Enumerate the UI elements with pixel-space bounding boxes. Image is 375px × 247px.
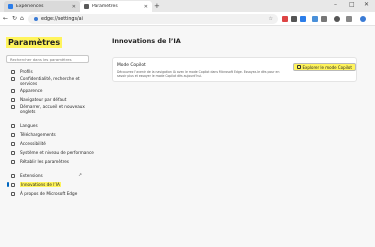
card-description: Découvrez l’avenir de la navigation IA a… [117,70,280,78]
system-icon [11,150,15,155]
person-icon [11,69,15,74]
address-url: edge://settings/ai [41,16,83,22]
browser-icon [11,97,15,102]
sidebar-item-languages[interactable]: Langues [10,123,96,128]
sidebar-item-profiles[interactable]: Profils [10,69,96,74]
download-icon [11,132,15,137]
close-tab-icon[interactable]: ✕ [144,4,148,10]
edge-icon [11,191,15,196]
copilot-mode-card: Mode Copilot Découvrez l’avenir de la na… [112,57,357,82]
extension-icon[interactable] [300,16,306,22]
edge-icon [34,17,38,21]
settings-search-input[interactable]: Rechercher dans les paramètres [6,55,89,63]
maximize-icon[interactable]: □ [349,1,355,8]
address-bar[interactable]: edge://settings/ai ☆ [28,14,278,24]
menu-icon[interactable] [346,16,352,22]
favorite-star-icon[interactable]: ☆ [269,16,273,22]
close-tab-icon[interactable]: ✕ [72,4,76,10]
copilot-mode-icon [297,65,301,69]
lock-icon [11,76,15,81]
tab-settings[interactable]: Paramètres ✕ [80,1,152,12]
back-icon[interactable]: ← [3,15,8,22]
settings-nav: Profils Confidentialité, recherche et se… [7,69,96,196]
sidebar-item-accessibility[interactable]: Accessibilité [10,141,96,146]
home-icon [11,104,15,109]
sidebar-item-system[interactable]: Système et niveau de performance [10,150,96,155]
sidebar-item-about[interactable]: À propos de Microsoft Edge [10,191,96,196]
home-icon[interactable]: ⌂ [20,15,24,22]
sidebar-item-start-home[interactable]: Démarrer, accueil et nouveaux onglets [10,104,96,114]
new-tab-icon[interactable]: + [154,2,160,10]
avatar[interactable] [334,16,340,22]
extension-icon[interactable] [282,16,288,22]
page-title: Paramètres [6,37,63,48]
extension-icon[interactable] [312,16,318,22]
palette-icon [11,88,15,93]
sidebar-item-appearance[interactable]: Apparence [10,88,96,93]
button-label: Explorer le mode Copilot [302,64,352,70]
experiences-favicon-icon [8,4,13,9]
settings-favicon-icon [84,4,89,9]
sidebar-item-extensions[interactable]: Extensions ↗ [10,173,96,178]
tab-experiences[interactable]: Expériences ✕ [4,1,80,12]
minimize-icon[interactable]: – [334,1,337,8]
external-link-icon: ↗ [78,173,82,178]
tab-strip: Expériences ✕ Paramètres ✕ + – □ ✕ [0,0,375,12]
sidebar-item-ai-innovations[interactable]: Innovations de l’IA [7,182,96,187]
settings-sidebar: Paramètres Rechercher dans les paramètre… [0,27,98,247]
sidebar-item-downloads[interactable]: Téléchargements [10,132,96,137]
favorites-icon[interactable] [321,16,327,22]
close-window-icon[interactable]: ✕ [364,1,369,8]
section-title: Innovations de l’IA [112,37,181,45]
card-title: Mode Copilot [117,63,146,68]
copilot-icon[interactable] [360,16,366,22]
accessibility-icon [11,141,15,146]
tab-label: Expériences [16,4,44,9]
reset-icon [11,159,15,164]
extension-icon[interactable] [291,16,297,22]
language-icon [11,123,15,128]
sidebar-item-privacy[interactable]: Confidentialité, recherche et services [10,76,96,86]
explore-copilot-button[interactable]: Explorer le mode Copilot [293,63,356,71]
refresh-icon[interactable]: ↻ [12,15,17,22]
settings-main: Innovations de l’IA Mode Copilot Découvr… [98,27,375,247]
puzzle-icon [11,173,15,178]
tab-label: Paramètres [92,4,118,9]
sidebar-item-reset[interactable]: Rétablir les paramètres [10,159,96,164]
sidebar-item-default-browser[interactable]: Navigateur par défaut [10,97,96,102]
ai-icon [11,182,15,187]
browser-toolbar: ← ↻ ⌂ edge://settings/ai ☆ [0,12,375,26]
